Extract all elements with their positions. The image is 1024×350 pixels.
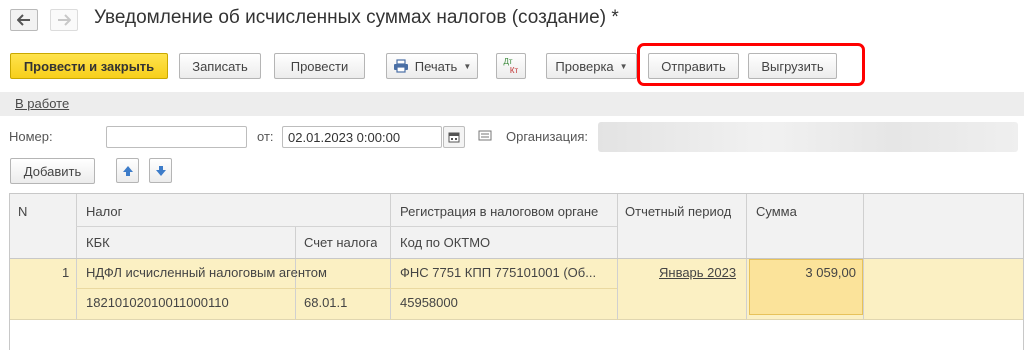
cell-registration: ФНС 7751 КПП 775101001 (Об...: [400, 265, 597, 280]
save-button[interactable]: Записать: [179, 53, 261, 79]
header-sum[interactable]: Сумма: [756, 204, 797, 219]
taxes-table: N Налог КБК Счет налога Регистрация в на…: [9, 193, 1024, 350]
cell-sum: 3 059,00: [805, 265, 856, 280]
cell-n: 1: [62, 265, 70, 280]
print-label: Печать: [414, 58, 458, 74]
organization-label: Организация:: [506, 129, 589, 144]
grid-line: [746, 194, 747, 319]
status-link[interactable]: В работе: [15, 96, 69, 111]
calendar-icon: [448, 132, 460, 143]
grid-line: [10, 319, 1023, 320]
cell-sum-selected[interactable]: 3 059,00: [749, 259, 863, 315]
red-highlight-box: [637, 43, 865, 86]
calendar-button[interactable]: [443, 126, 465, 148]
grid-line: [863, 194, 864, 319]
back-button[interactable]: [10, 9, 38, 31]
grid-line: [10, 258, 1023, 259]
print-button[interactable]: Печать ▼: [386, 53, 478, 79]
check-label: Проверка: [555, 58, 614, 74]
printer-icon: [393, 59, 408, 73]
grid-line: [76, 288, 617, 289]
post-button[interactable]: Провести: [274, 53, 365, 79]
cell-oktmo: 45958000: [400, 295, 458, 310]
dt-icon-label: Дт: [503, 57, 513, 66]
chevron-down-icon: ▼: [619, 61, 628, 71]
chevron-down-icon: ▼: [463, 61, 472, 71]
cell-period-link[interactable]: Январь 2023: [659, 265, 736, 280]
header-kbk[interactable]: КБК: [86, 235, 110, 250]
comment-icon[interactable]: [478, 130, 492, 145]
arrow-up-icon: [122, 165, 133, 176]
forward-button[interactable]: [50, 9, 78, 31]
arrow-left-icon: [17, 14, 30, 26]
number-input[interactable]: [106, 126, 247, 148]
date-label: от:: [257, 129, 274, 144]
grid-line: [76, 194, 77, 319]
grid-line: [617, 194, 618, 319]
move-up-button[interactable]: [116, 158, 139, 183]
add-button[interactable]: Добавить: [10, 158, 95, 184]
cell-tax: НДФЛ исчисленный налоговым агентом: [86, 265, 327, 280]
header-tax[interactable]: Налог: [86, 204, 122, 219]
post-and-close-button[interactable]: Провести и закрыть: [10, 53, 168, 79]
dt-kt-button[interactable]: Дт Кт: [496, 53, 526, 79]
cell-account: 68.01.1: [304, 295, 348, 310]
move-down-button[interactable]: [149, 158, 172, 183]
arrow-right-icon: [58, 14, 71, 26]
arrow-down-icon: [155, 165, 166, 176]
check-button[interactable]: Проверка ▼: [546, 53, 637, 79]
grid-line: [390, 194, 391, 319]
header-n[interactable]: N: [18, 204, 27, 219]
cell-kbk: 18210102010011000110: [86, 295, 229, 310]
kt-icon-label: Кт: [509, 66, 519, 75]
grid-line: [76, 226, 617, 227]
header-account[interactable]: Счет налога: [304, 235, 377, 250]
number-label: Номер:: [9, 129, 53, 144]
status-bar: [0, 92, 1024, 116]
header-registration[interactable]: Регистрация в налоговом органе: [400, 204, 598, 219]
header-oktmo[interactable]: Код по ОКТМО: [400, 235, 490, 250]
date-input[interactable]: 02.01.2023 0:00:00: [282, 126, 442, 148]
header-period[interactable]: Отчетный период: [625, 204, 731, 219]
page-title: Уведомление об исчисленных суммах налого…: [94, 7, 619, 28]
organization-field-blurred[interactable]: [598, 122, 1018, 152]
